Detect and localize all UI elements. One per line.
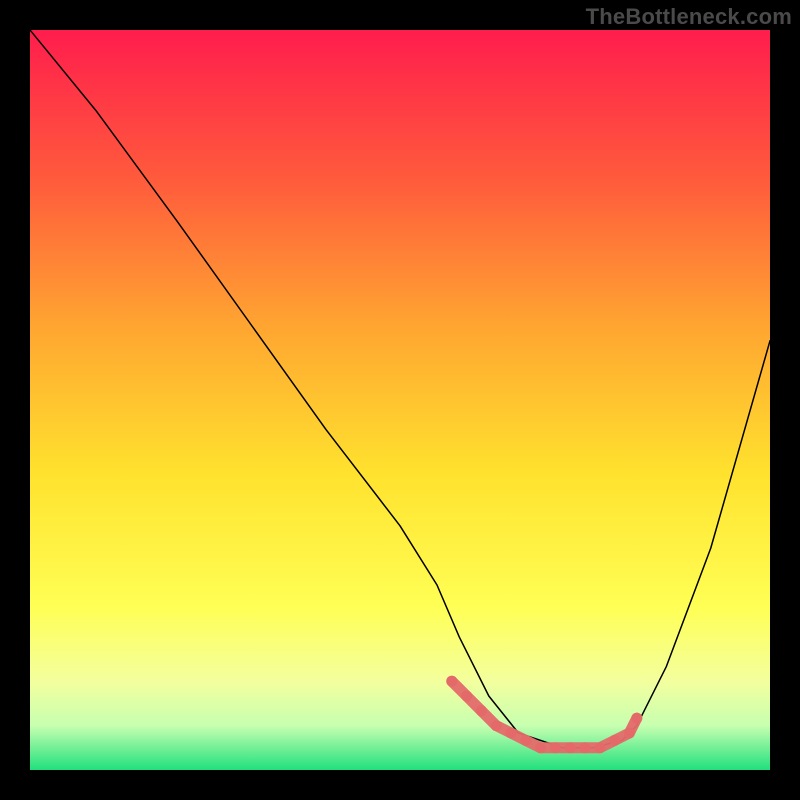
highlight-marker [491, 720, 502, 731]
highlight-marker [506, 728, 517, 739]
highlight-marker [565, 742, 576, 753]
highlight-marker [461, 691, 472, 702]
highlight-marker [580, 742, 591, 753]
highlight-marker [520, 735, 531, 746]
highlight-marker [631, 713, 642, 724]
highlight-marker [550, 742, 561, 753]
highlight-marker [609, 735, 620, 746]
highlight-marker [624, 728, 635, 739]
watermark-text: TheBottleneck.com [586, 4, 792, 30]
plot-area [30, 30, 770, 770]
highlight-marker [535, 742, 546, 753]
chart-frame: TheBottleneck.com [0, 0, 800, 800]
highlight-marker [446, 676, 457, 687]
highlight-marker [594, 742, 605, 753]
highlight-marker [476, 705, 487, 716]
gradient-background [30, 30, 770, 770]
chart-svg [30, 30, 770, 770]
